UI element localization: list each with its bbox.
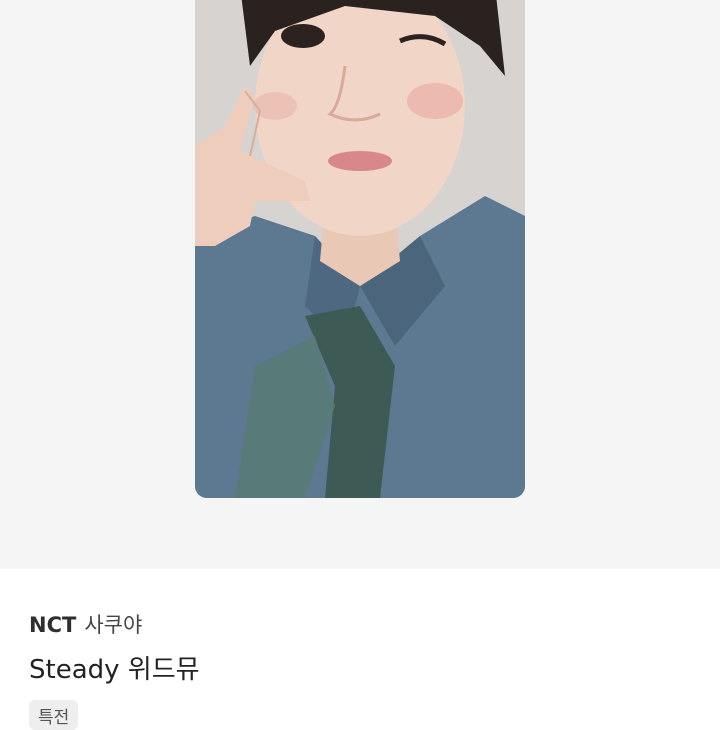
photocard-image[interactable] xyxy=(195,0,525,498)
product-image-area xyxy=(0,0,720,569)
artist-line: NCT 사쿠야 xyxy=(29,609,142,639)
member-name: 사쿠야 xyxy=(84,613,143,637)
product-info: NCT 사쿠야 Steady 위드뮤 특전 xyxy=(0,569,720,730)
product-title: Steady 위드뮤 xyxy=(29,655,200,685)
lips xyxy=(328,151,392,171)
eye-left xyxy=(281,24,325,48)
artist-group: NCT xyxy=(29,613,77,637)
tag-badge[interactable]: 특전 xyxy=(29,700,79,730)
photocard-illustration xyxy=(195,0,525,498)
